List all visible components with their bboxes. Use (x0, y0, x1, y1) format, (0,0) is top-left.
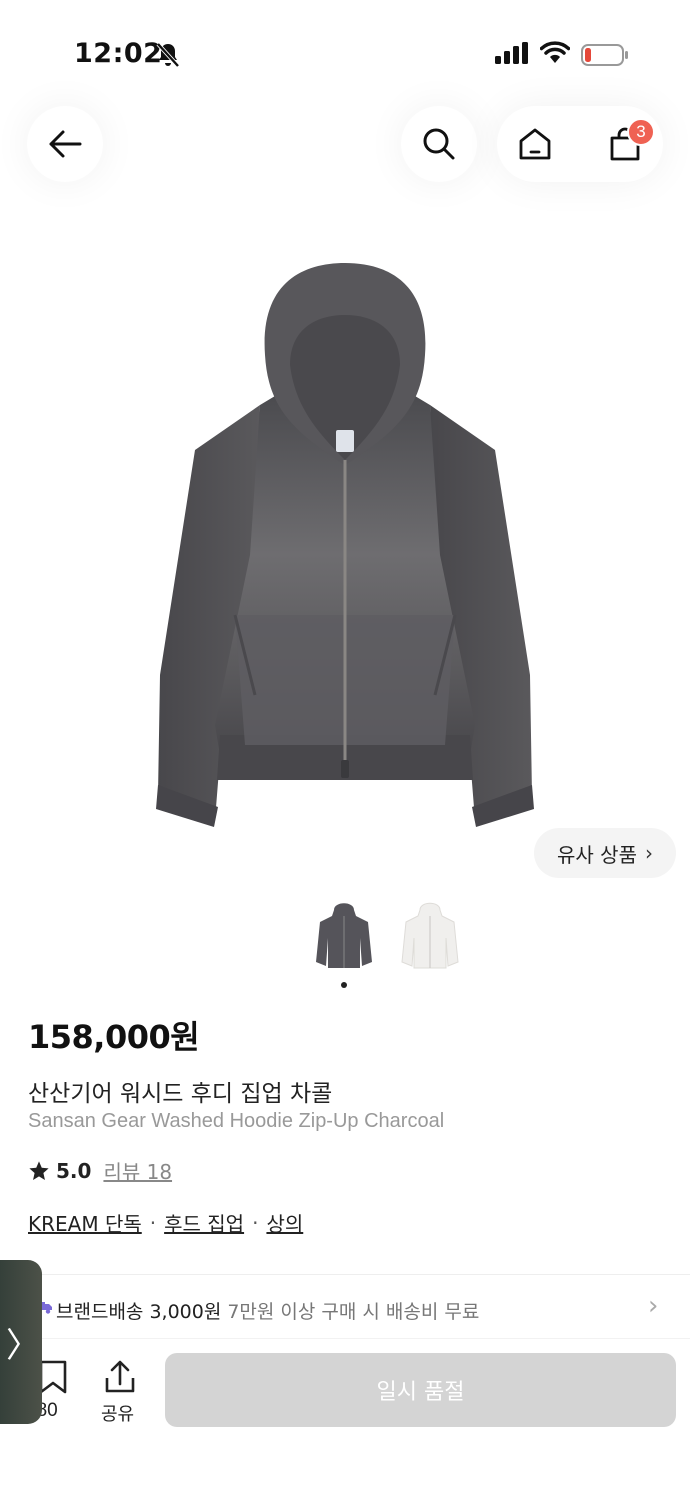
share-label[interactable]: 공유 (101, 1400, 134, 1426)
side-drawer-tab[interactable]: 〉 (0, 1260, 42, 1424)
chevron-right-icon: › (648, 1291, 659, 1321)
back-button[interactable] (27, 106, 103, 182)
bell-slash-icon (156, 42, 180, 68)
product-name-english: Sansan Gear Washed Hoodie Zip-Up Charcoa… (28, 1110, 445, 1132)
product-price: 158,000원 (28, 1018, 200, 1056)
home-icon (519, 128, 551, 160)
product-image[interactable] (140, 255, 550, 835)
similar-products-button[interactable]: 유사 상품 › (534, 828, 676, 878)
rating-row: 5.0 리뷰 18 (28, 1156, 172, 1185)
tag-hood-zipup[interactable]: 후드 집업 (164, 1208, 244, 1237)
shipping-text: 브랜드배송 3,000원 7만원 이상 구매 시 배송비 무료 (56, 1297, 479, 1324)
cellular-signal-icon (495, 42, 528, 64)
chevron-right-icon: › (644, 841, 653, 865)
thumbnail-charcoal[interactable] (312, 898, 376, 974)
thumbnail-white[interactable] (398, 898, 462, 974)
bookmark-icon[interactable] (38, 1360, 68, 1394)
tag-kream-exclusive[interactable]: KREAM 단독 (28, 1208, 142, 1237)
chevron-right-icon: 〉 (6, 1325, 40, 1366)
tag-separator: · (149, 1210, 157, 1235)
status-bar: 12:02 (0, 0, 690, 110)
category-tags: KREAM 단독 · 후드 집업 · 상의 (28, 1208, 303, 1237)
soldout-button[interactable]: 일시 품절 (165, 1353, 676, 1427)
similar-products-label: 유사 상품 (557, 842, 637, 867)
tag-tops[interactable]: 상의 (266, 1208, 303, 1237)
search-icon (423, 128, 455, 160)
star-icon (29, 1160, 49, 1180)
cart-count-badge: 3 (627, 118, 655, 146)
tag-separator: · (252, 1210, 259, 1235)
shipping-info-row[interactable]: 브랜드배송 3,000원 7만원 이상 구매 시 배송비 무료 › (0, 1274, 690, 1338)
battery-low-icon (581, 44, 628, 66)
product-name-korean: 산산기어 워시드 후디 집업 차콜 (28, 1081, 333, 1107)
wifi-icon (540, 41, 570, 63)
shipping-free-condition: 7만원 이상 구매 시 배송비 무료 (227, 1301, 480, 1323)
nav-pill-group: 3 (497, 106, 663, 182)
arrow-left-icon (49, 130, 82, 158)
search-button[interactable] (401, 106, 477, 182)
status-time: 12:02 (74, 38, 163, 69)
shipping-label: 브랜드배송 3,000원 (56, 1301, 222, 1323)
review-link[interactable]: 리뷰 18 (103, 1156, 172, 1185)
gallery-page-indicator (341, 982, 347, 988)
share-icon[interactable] (103, 1360, 137, 1394)
rating-value: 5.0 (56, 1158, 92, 1183)
home-button[interactable] (511, 120, 559, 168)
